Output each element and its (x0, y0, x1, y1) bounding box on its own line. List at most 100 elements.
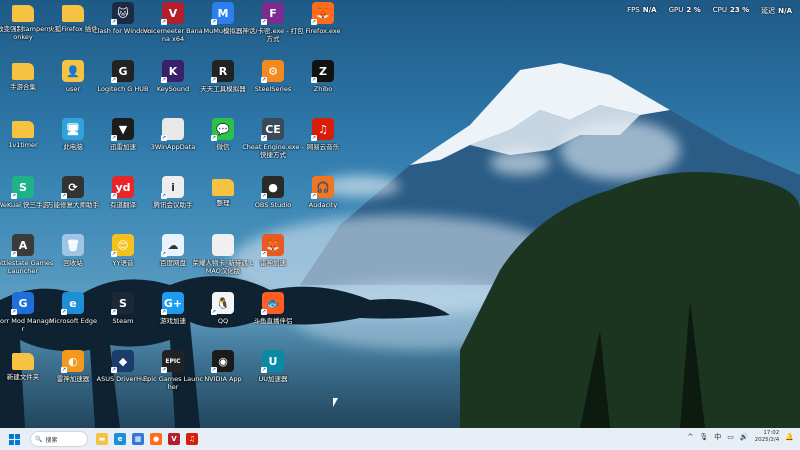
gpu-value: 2 % (686, 6, 701, 14)
file-icon: ↗ (161, 118, 184, 141)
cpu-label: CPU (712, 6, 727, 14)
cloud (560, 120, 680, 180)
shortcut-arrow-icon: ↗ (311, 19, 317, 25)
desktop-shortcut[interactable]: 🦊 ↗ 雷神加速 (242, 234, 304, 290)
edge-icon: e (114, 433, 126, 445)
desktop: FPSN/A GPU2 % CPU23 % 延迟N/A 0改变强制tamperm… (0, 0, 800, 428)
shortcut-arrow-icon: ↗ (61, 193, 67, 199)
taskbar-app-button[interactable]: ● (150, 430, 162, 448)
steelseries-icon: ⚙ ↗ (261, 60, 284, 83)
yy-icon: 😊 ↗ (111, 234, 134, 257)
microphone-icon[interactable]: 🎙 (699, 433, 708, 441)
store-icon: ▦ (132, 433, 144, 445)
shortcut-arrow-icon: ↗ (161, 77, 167, 83)
taskbar-app-button[interactable]: V (168, 430, 180, 448)
shortcut-arrow-icon: ↗ (211, 309, 217, 315)
cloud (490, 150, 550, 175)
taskbar-app-button[interactable]: ▬ (96, 430, 108, 448)
shortcut-arrow-icon: ↗ (161, 19, 167, 25)
volume-icon[interactable]: 🔊 (740, 433, 749, 441)
shortcut-label: Firefox.exe (305, 27, 341, 35)
mouse-cursor (333, 398, 338, 407)
shortcut-arrow-icon: ↗ (111, 367, 117, 373)
desktop-shortcut[interactable]: ♫ ↗ 网易云音乐 (292, 118, 354, 174)
taskbar-app-button[interactable]: ▦ (132, 430, 144, 448)
desktop-shortcut[interactable]: 🎧 ↗ Audacity (292, 176, 354, 232)
shortcut-arrow-icon: ↗ (311, 135, 317, 141)
chevron-up-icon[interactable]: ^ (687, 433, 693, 441)
shortcut-arrow-icon: ↗ (11, 309, 17, 315)
shortcut-label: Audacity (308, 201, 338, 209)
youdao-icon: yd ↗ (111, 176, 134, 199)
app-icon: ⟳ ↗ (61, 176, 84, 199)
douyu-icon: 🐟 ↗ (261, 292, 284, 315)
app-icon: G+ ↗ (161, 292, 184, 315)
folder-icon (12, 121, 34, 138)
recycle-bin-icon: 🗑 (62, 234, 84, 256)
clock-time: 17:02 (763, 430, 780, 436)
nvidia-icon: ◉ ↗ (211, 350, 234, 373)
start-button[interactable] (4, 430, 24, 448)
app-icon: R ↗ (211, 60, 234, 83)
desktop-shortcut[interactable]: U ↗ UU加速器 (242, 350, 304, 406)
shortcut-arrow-icon: ↗ (161, 135, 167, 141)
latency-readout: 延迟 N/A (761, 6, 792, 16)
shortcut-arrow-icon: ↗ (211, 135, 217, 141)
folder-icon (62, 5, 84, 22)
mod-manager-icon: G ↗ (11, 292, 34, 315)
keysound-icon: K ↗ (161, 60, 184, 83)
shortcut-arrow-icon: ↗ (111, 19, 117, 25)
shortcut-arrow-icon: ↗ (11, 193, 17, 199)
language-icon[interactable]: 中 (714, 432, 721, 442)
shortcut-label: 雷神加速 (260, 259, 286, 267)
notification-icon[interactable]: 🔔 (785, 433, 794, 441)
folder-icon (12, 5, 34, 22)
clock[interactable]: 17:02 2025/2/4 (755, 430, 780, 444)
shortcut-arrow-icon: ↗ (111, 251, 117, 257)
system-tray: ^ 🎙 中 ▭ 🔊 17:02 2025/2/4 🔔 (687, 430, 794, 444)
shortcut-arrow-icon: ↗ (311, 77, 317, 83)
shortcut-arrow-icon: ↗ (11, 251, 17, 257)
firefox-icon: ● (150, 433, 162, 445)
shortcut-arrow-icon: ↗ (111, 193, 117, 199)
shortcut-label: 网易云音乐 (306, 143, 340, 151)
cpu-readout: CPU 23 % (713, 6, 749, 16)
desktop-shortcut[interactable]: 🦊 ↗ Firefox.exe (292, 2, 354, 58)
performance-overlay: FPS N/A GPU 2 % CPU 23 % 延迟 N/A (627, 6, 792, 16)
desktop-shortcut[interactable]: 🐟 ↗ 斗鱼直播伴侣 (242, 292, 304, 348)
epic-icon: EPIC ↗ (161, 350, 184, 373)
shortcut-label: UU加速器 (258, 375, 288, 383)
taskbar-app-button[interactable]: ♫ (186, 430, 198, 448)
shortcut-arrow-icon: ↗ (261, 367, 267, 373)
windows-logo-icon (8, 433, 20, 445)
latency-label: 延迟 (761, 7, 776, 15)
shortcut-arrow-icon: ↗ (161, 309, 167, 315)
battlestate-icon: A ↗ (11, 234, 34, 257)
cheat-engine-icon: CE ↗ (261, 118, 284, 141)
network-icon[interactable]: ▭ (727, 433, 734, 441)
shortcut-arrow-icon: ↗ (61, 309, 67, 315)
taskbar-app-button[interactable]: e (114, 430, 126, 448)
desktop-shortcut[interactable]: Z ↗ Zhibo (292, 60, 354, 116)
fps-readout: FPS N/A (627, 6, 657, 16)
file-icon (212, 234, 234, 256)
clock-date: 2025/2/4 (754, 437, 780, 443)
gpu-readout: GPU 2 % (669, 6, 701, 16)
steam-icon: S ↗ (111, 292, 134, 315)
audacity-icon: 🎧 ↗ (311, 176, 334, 199)
shortcut-arrow-icon: ↗ (61, 367, 67, 373)
wechat-icon: 💬 ↗ (211, 118, 234, 141)
taskbar-search[interactable]: 🔍 搜索 (30, 431, 88, 447)
shortcut-arrow-icon: ↗ (111, 309, 117, 315)
firefox-icon: 🦊 ↗ (311, 2, 334, 25)
shortcut-arrow-icon: ↗ (261, 193, 267, 199)
shortcut-arrow-icon: ↗ (161, 193, 167, 199)
uu-icon: U ↗ (261, 350, 284, 373)
shortcut-arrow-icon: ↗ (311, 193, 317, 199)
baidu-netdisk-icon: ☁ ↗ (161, 234, 184, 257)
asus-icon: ◆ ↗ (111, 350, 134, 373)
shortcut-arrow-icon: ↗ (111, 135, 117, 141)
search-icon: 🔍 (35, 435, 43, 443)
shortcut-arrow-icon: ↗ (161, 367, 167, 373)
folder-icon (12, 63, 34, 80)
